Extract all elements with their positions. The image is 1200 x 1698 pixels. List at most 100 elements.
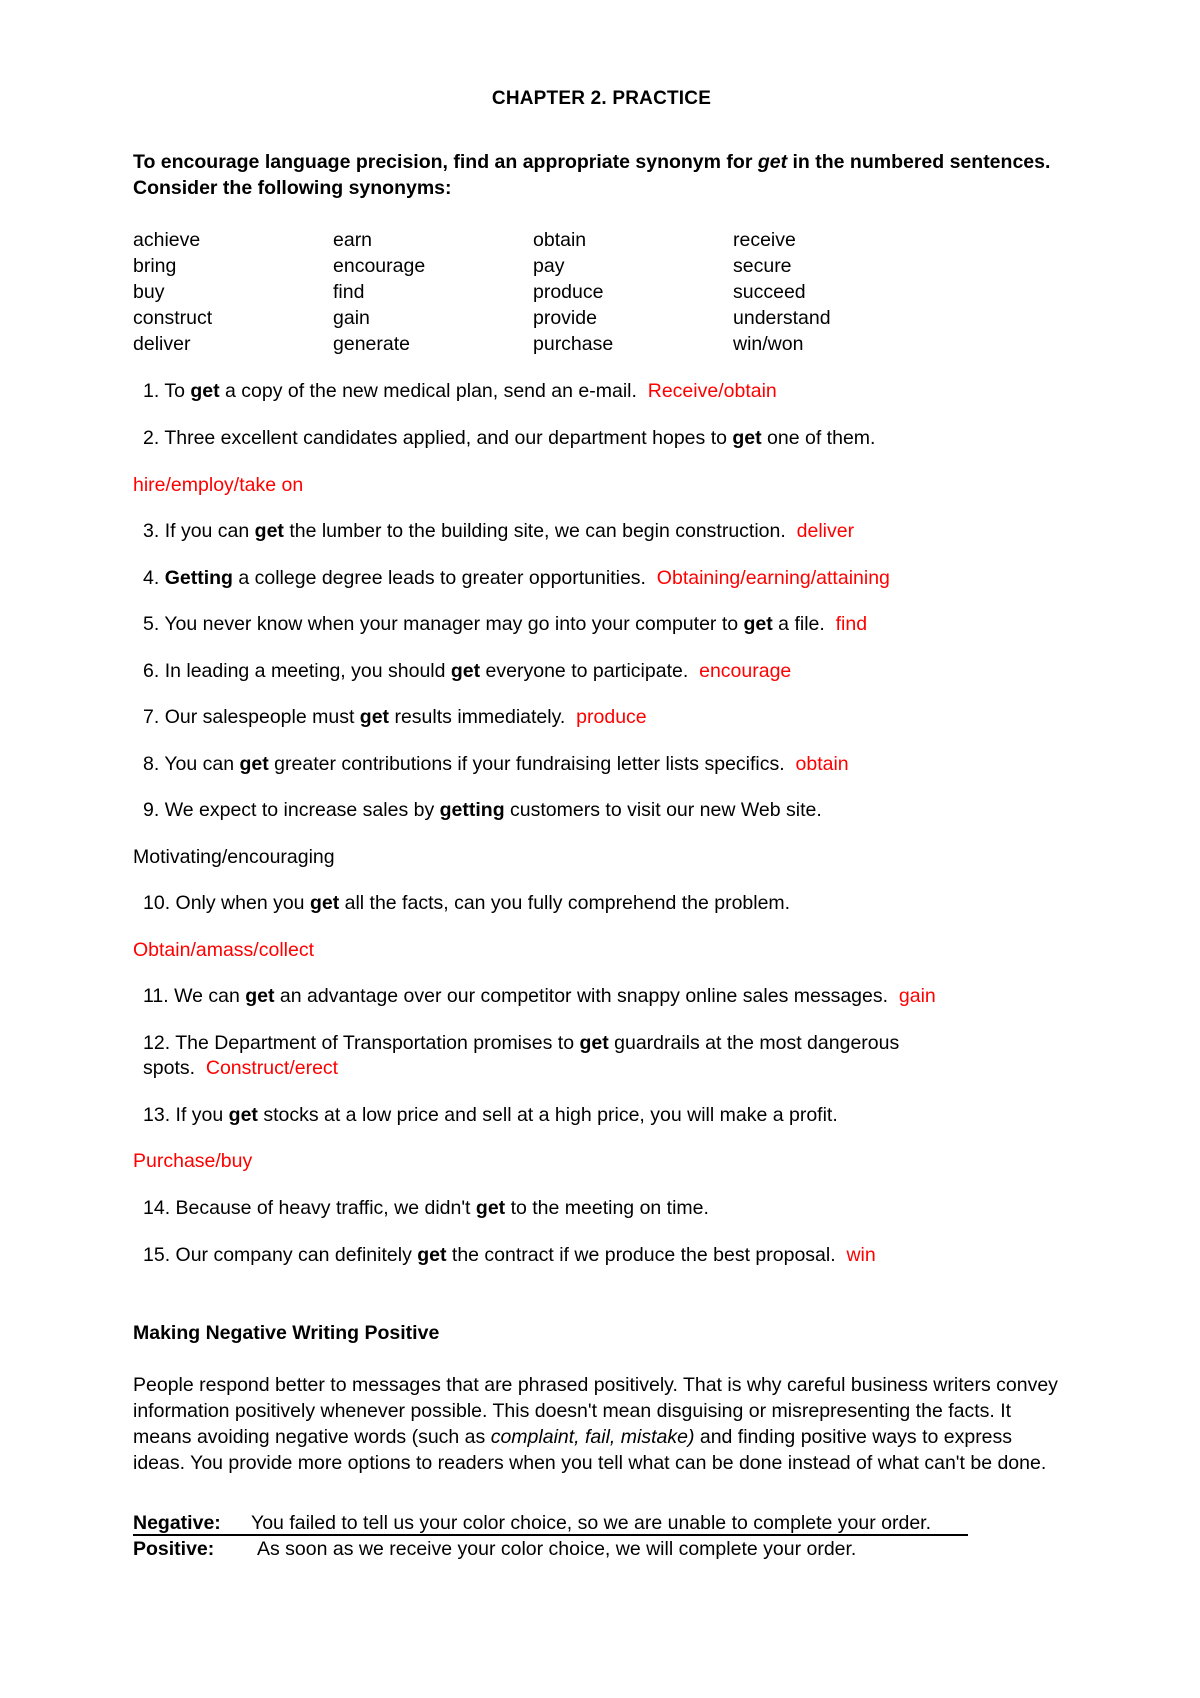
exercise-number: 1. — [143, 380, 165, 403]
synonym-item: provide — [533, 306, 597, 329]
exercise-number: 4. — [143, 566, 165, 589]
synonym-item: succeed — [733, 280, 806, 303]
exercise-item: 13. If you get stocks at a low price and… — [133, 1103, 1080, 1129]
exercise-text-pre: Three excellent candidates applied, and … — [164, 426, 733, 449]
exercise-text-pre: If you — [175, 1103, 229, 1126]
exercise-answer: encourage — [688, 659, 792, 682]
exercise-keyword: get — [359, 706, 390, 729]
exercise-keyword: get — [190, 380, 220, 403]
exercise-answer-line: hire/employ/take on — [133, 473, 1080, 499]
example-row-positive: Positive: As soon as we receive your col… — [133, 1537, 1080, 1563]
exercise-text-pre: You never know when your manager may go … — [164, 613, 744, 636]
exercise-item: 14. Because of heavy traffic, we didn't … — [133, 1196, 1080, 1222]
synonym-item: gain — [333, 306, 370, 329]
exercise-answer: gain — [888, 985, 936, 1008]
synonym-item: obtain — [533, 228, 587, 251]
exercise-number: 12. — [143, 1031, 176, 1054]
exercise-item: 11. We can get an advantage over our com… — [133, 984, 1080, 1010]
synonym-item: understand — [733, 306, 831, 329]
instruction-keyword: get — [757, 151, 788, 173]
exercise-answer-line: Obtain/amass/collect — [133, 938, 1080, 964]
synonym-item: encourage — [333, 254, 426, 277]
synonym-item: generate — [333, 332, 410, 355]
exercise-text-post: to the meeting on time. — [505, 1197, 709, 1220]
exercise-keyword: get — [475, 1197, 506, 1220]
exercise-text-post: greater contributions if your fundraisin… — [268, 752, 785, 775]
synonym-item: achieve — [133, 228, 201, 251]
exercise-text-pre: Our company can definitely — [175, 1243, 418, 1266]
exercise-text-pre: You can — [164, 752, 240, 775]
exercise-text-pre: Only when you — [175, 892, 310, 915]
exercise-keyword: get — [245, 985, 275, 1008]
exercise-text-post: a file. — [772, 613, 825, 636]
synonym-list: achieve earn obtain receive bring encour… — [133, 228, 1080, 358]
synonym-item: produce — [533, 280, 604, 303]
instruction-text-pre: To encourage language precision, find an… — [133, 151, 758, 173]
exercise-number: 10. — [143, 892, 176, 915]
exercise-text-pre: Our salespeople must — [164, 706, 360, 729]
exercise-item: 7. Our salespeople must get results imme… — [133, 705, 1080, 731]
exercise-answer: find — [824, 613, 868, 636]
exercise-item: 2. Three excellent candidates applied, a… — [133, 426, 1080, 452]
example-row-negative: Negative: You failed to tell us your col… — [133, 1511, 1080, 1537]
example-text-positive: As soon as we receive your color choice,… — [257, 1537, 857, 1560]
exercise-text-post: everyone to participate. — [480, 659, 689, 682]
exercise-number: 7. — [143, 706, 165, 729]
exercise-text-pre: If you can — [164, 520, 255, 543]
exercise-text-post: the contract if we produce the best prop… — [446, 1243, 836, 1266]
exercise-keyword: get — [239, 752, 269, 775]
exercise-item: 10. Only when you get all the facts, can… — [133, 891, 1080, 917]
example-label-positive: Positive: — [133, 1537, 215, 1560]
exercise-answer: hire/employ/take on — [133, 473, 304, 496]
exercise-answer: Receive/obtain — [636, 380, 777, 403]
synonym-item: earn — [333, 228, 373, 251]
exercise-item: 1. To get a copy of the new medical plan… — [133, 379, 1080, 405]
exercise-text-pre: To — [164, 380, 191, 403]
exercise-answer: Obtaining/earning/attaining — [645, 566, 890, 589]
exercise-item: 6. In leading a meeting, you should get … — [133, 659, 1080, 685]
exercise-answer: Construct/erect — [195, 1057, 339, 1080]
exercise-keyword: get — [450, 659, 481, 682]
exercise-keyword: Getting — [164, 566, 233, 589]
exercise-answer-line: Motivating/encouraging — [133, 845, 1080, 871]
synonym-item: secure — [733, 254, 792, 277]
exercise-number: 6. — [143, 659, 165, 682]
exercise-answer-line: Purchase/buy — [133, 1149, 1080, 1175]
exercise-number: 15. — [143, 1243, 176, 1266]
exercise-keyword: get — [228, 1103, 258, 1126]
synonym-item: purchase — [533, 332, 614, 355]
exercise-text-post: one of them. — [761, 426, 876, 449]
exercise-item: 12. The Department of Transportation pro… — [133, 1031, 1080, 1082]
exercise-answer: Obtain/amass/collect — [133, 938, 314, 961]
instruction-paragraph: To encourage language precision, find an… — [133, 150, 1068, 202]
exercise-text-pre: We expect to increase sales by — [164, 799, 440, 822]
paragraph-italic-words: complaint, fail, mistake) — [490, 1425, 695, 1448]
exercise-answer: obtain — [784, 752, 849, 775]
synonym-item: receive — [733, 228, 796, 251]
exercise-item: 15. Our company can definitely get the c… — [133, 1243, 1080, 1269]
page-title: CHAPTER 2. PRACTICE — [491, 88, 712, 109]
exercise-keyword: get — [417, 1243, 447, 1266]
section-paragraph: People respond better to messages that a… — [133, 1373, 1063, 1477]
exercise-answer: produce — [565, 706, 647, 729]
exercise-number: 5. — [143, 613, 165, 636]
exercise-keyword: getting — [439, 799, 505, 822]
exercise-keyword: get — [579, 1031, 609, 1054]
exercise-item: 9. We expect to increase sales by gettin… — [133, 798, 1080, 824]
exercise-number: 13. — [143, 1103, 176, 1126]
exercise-text-post: stocks at a low price and sell at a high… — [257, 1103, 838, 1126]
exercise-keyword: get — [309, 892, 340, 915]
exercise-item: 3. If you can get the lumber to the buil… — [133, 519, 1080, 545]
exercise-number: 11. — [143, 985, 175, 1008]
exercise-text-post: the lumber to the building site, we can … — [283, 520, 786, 543]
synonym-item: pay — [533, 254, 565, 277]
exercise-item: 4. Getting a college degree leads to gre… — [133, 566, 1080, 592]
exercise-keyword: get — [732, 426, 762, 449]
exercise-text-post: an advantage over our competitor with sn… — [274, 985, 889, 1008]
exercise-answer: Purchase/buy — [133, 1150, 253, 1173]
document-page: CHAPTER 2. PRACTICE To encourage languag… — [0, 0, 1200, 1698]
exercise-answer: win — [835, 1243, 876, 1266]
exercise-item: 5. You never know when your manager may … — [133, 612, 1080, 638]
exercise-number: 2. — [143, 426, 165, 449]
synonym-item: deliver — [133, 332, 191, 355]
